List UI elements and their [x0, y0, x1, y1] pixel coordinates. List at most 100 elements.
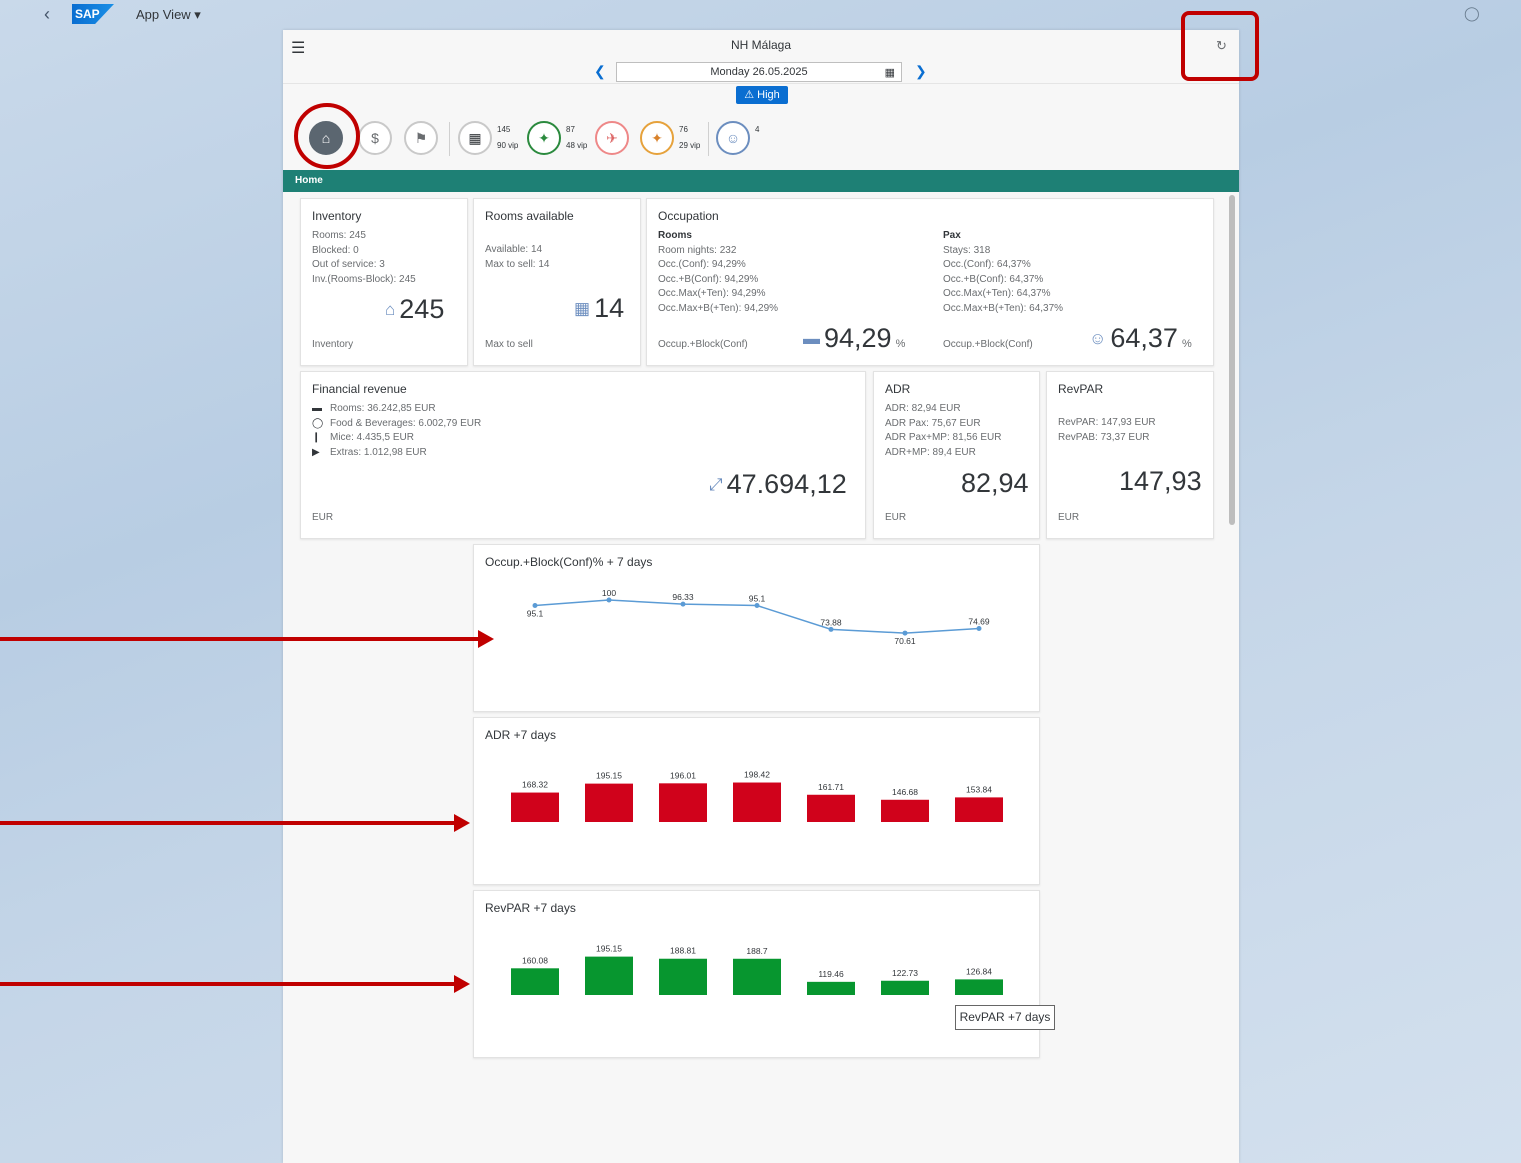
bar-data-label: 198.42 — [744, 770, 770, 780]
bar — [955, 979, 1003, 995]
inventory-footer: Inventory — [312, 339, 354, 350]
shell-bar: ‹ SAP App View ▾ ◯ — [0, 0, 1521, 30]
groups-count: 4 — [755, 125, 760, 134]
rooms-available-card[interactable]: Rooms available Available: 14 Max to sel… — [473, 198, 641, 366]
in-house-count: 76 — [679, 125, 688, 134]
adr-chart-card[interactable]: ADR +7 days 168.32 195.15 196.01 198.42 161.… — [473, 717, 1040, 885]
revpar-footer: EUR — [1058, 512, 1080, 523]
bookings-count: 145 — [497, 125, 511, 134]
bar — [807, 981, 855, 995]
arrivals-icon[interactable]: ✦ — [527, 121, 561, 155]
revpar-card[interactable]: RevPAR RevPAR: 147,93 EUR RevPAB: 73,37 … — [1046, 371, 1214, 539]
bar-data-label: 195.15 — [596, 771, 622, 781]
arrow-adr-chart — [0, 814, 470, 832]
sap-logo: SAP — [72, 4, 114, 24]
occupation-rooms-lines: Rooms Room nights: 232 Occ.(Conf): 94,29… — [658, 230, 779, 314]
home-highlight — [294, 103, 360, 169]
megaphone-icon: ▶ — [312, 446, 320, 458]
calendar-icon[interactable]: ▦ — [885, 64, 895, 82]
scrollbar[interactable] — [1229, 195, 1235, 525]
financial-revenue-card[interactable]: Financial revenue ▬ Rooms: 36.242,85 EUR … — [300, 371, 866, 539]
back-icon[interactable]: ‹ — [44, 4, 50, 25]
occupancy-chart-card[interactable]: Occup.+Block(Conf)% + 7 days 95.1 100 96.3… — [473, 544, 1040, 712]
revenue-history-icon[interactable]: $ — [358, 121, 392, 155]
adr-value: 82,94 — [961, 468, 1029, 498]
financial-footer: EUR — [312, 512, 334, 523]
inventory-card[interactable]: Inventory Rooms: 245 Blocked: 0 Out of s… — [300, 198, 468, 366]
building-icon: ⌂ — [385, 300, 396, 319]
revpar-title: RevPAR — [1058, 382, 1104, 396]
date-picker[interactable]: Monday 26.05.2025 ▦ — [616, 62, 902, 82]
occupation-pax-value: ☺ 64,37% — [1089, 323, 1192, 353]
refresh-highlight — [1181, 11, 1259, 81]
financial-title: Financial revenue — [312, 382, 407, 396]
occupancy-point — [754, 603, 760, 609]
occupation-rooms-value: ▬ 94,29% — [803, 323, 906, 353]
bar — [659, 958, 707, 995]
occupancy-data-label: 70.61 — [894, 636, 916, 646]
date-value: Monday 26.05.2025 — [710, 66, 808, 78]
app-view-menu[interactable]: App View ▾ — [136, 7, 201, 23]
inventory-lines: Rooms: 245 Blocked: 0 Out of service: 3 … — [312, 230, 416, 285]
section-bar: Home — [283, 170, 1239, 192]
bed-icon: ▬ — [312, 403, 322, 414]
bar-data-label: 126.84 — [966, 966, 992, 976]
revpar-value: 147,93 — [1119, 466, 1202, 496]
rooms-available-title: Rooms available — [485, 209, 574, 223]
groups-icon[interactable]: ☺ — [716, 121, 750, 155]
occupation-card[interactable]: Occupation Rooms Room nights: 232 Occ.(C… — [646, 198, 1214, 366]
occupancy-point — [902, 630, 908, 636]
occupation-pax-footer: Occup.+Block(Conf) — [943, 339, 1033, 350]
top-bar: ☰ NH Málaga ❮ Monday 26.05.2025 ▦ ❯ ↻ — [283, 30, 1239, 84]
occupancy-data-label: 73.88 — [820, 617, 842, 627]
occupancy-point — [532, 603, 538, 609]
next-day-button[interactable]: ❯ — [915, 63, 927, 80]
bar-data-label: 161.71 — [818, 782, 844, 792]
rooms-available-lines: Available: 14 Max to sell: 14 — [485, 244, 550, 270]
revpar-chart-card[interactable]: RevPAR +7 days 160.08 195.15 188.81 188.7 11… — [473, 890, 1040, 1058]
status-badge[interactable]: ⚠ High — [736, 86, 788, 104]
occupation-pax-lines: Pax Stays: 318 Occ.(Conf): 64,37% Occ.+B… — [943, 230, 1064, 314]
bar-data-label: 168.32 — [522, 780, 548, 790]
bar — [585, 783, 633, 822]
bar-data-label: 122.73 — [892, 968, 918, 978]
book-icon[interactable]: ▦ — [458, 121, 492, 155]
adr-card[interactable]: ADR ADR: 82,94 EUR ADR Pax: 75,67 EUR AD… — [873, 371, 1040, 539]
bar — [733, 958, 781, 995]
occupancy-point — [680, 601, 686, 607]
departures-icon[interactable]: ✈ — [595, 121, 629, 155]
occupancy-data-label: 100 — [602, 588, 616, 598]
cutlery-icon: ❙ — [312, 432, 321, 443]
bar-data-label: 188.7 — [746, 946, 768, 956]
rooms-available-value: ▦ 14 — [574, 293, 625, 323]
bar-data-label: 160.08 — [522, 955, 548, 965]
bar-data-label: 188.81 — [670, 946, 696, 956]
in-house-icon[interactable]: ✦ — [640, 121, 674, 155]
main-panel: ☰ NH Málaga ❮ Monday 26.05.2025 ▦ ❯ ↻ ⚠ … — [283, 30, 1239, 1163]
bar-data-label: 146.68 — [892, 787, 918, 797]
financial-value: ⤢ 47.694,12 — [709, 469, 847, 499]
bar — [733, 782, 781, 822]
previous-day-button[interactable]: ❮ — [594, 63, 606, 80]
user-icon[interactable]: ◯ — [1464, 5, 1480, 22]
adr-bar-chart: 168.32 195.15 196.01 198.42 161.71 146.68 153.… — [511, 770, 1003, 822]
occupancy-data-label: 74.69 — [968, 616, 990, 626]
occupation-title: Occupation — [658, 209, 719, 223]
chart-tooltip: RevPAR +7 days — [955, 1005, 1055, 1030]
arrow-occupancy-chart — [0, 630, 494, 648]
expand-icon: ⤢ — [709, 475, 723, 494]
revpar-lines: RevPAR: 147,93 EUR RevPAB: 73,37 EUR — [1058, 417, 1156, 443]
adr-title: ADR — [885, 382, 911, 396]
in-house-vip: 29 vip — [679, 141, 701, 150]
adr-lines: ADR: 82,94 EUR ADR Pax: 75,67 EUR ADR Pa… — [885, 403, 1002, 458]
bar — [659, 783, 707, 822]
occupancy-data-label: 95.1 — [527, 609, 544, 619]
price-tag-icon[interactable]: ⚑ — [404, 121, 438, 155]
store-icon: ▦ — [574, 299, 591, 318]
bar — [881, 980, 929, 995]
person-icon: ☺ — [1089, 329, 1107, 348]
rooms-available-footer: Max to sell — [485, 339, 533, 350]
occupancy-data-label: 95.1 — [749, 594, 766, 604]
bar-data-label: 153.84 — [966, 784, 992, 794]
occupation-rooms-footer: Occup.+Block(Conf) — [658, 339, 748, 350]
